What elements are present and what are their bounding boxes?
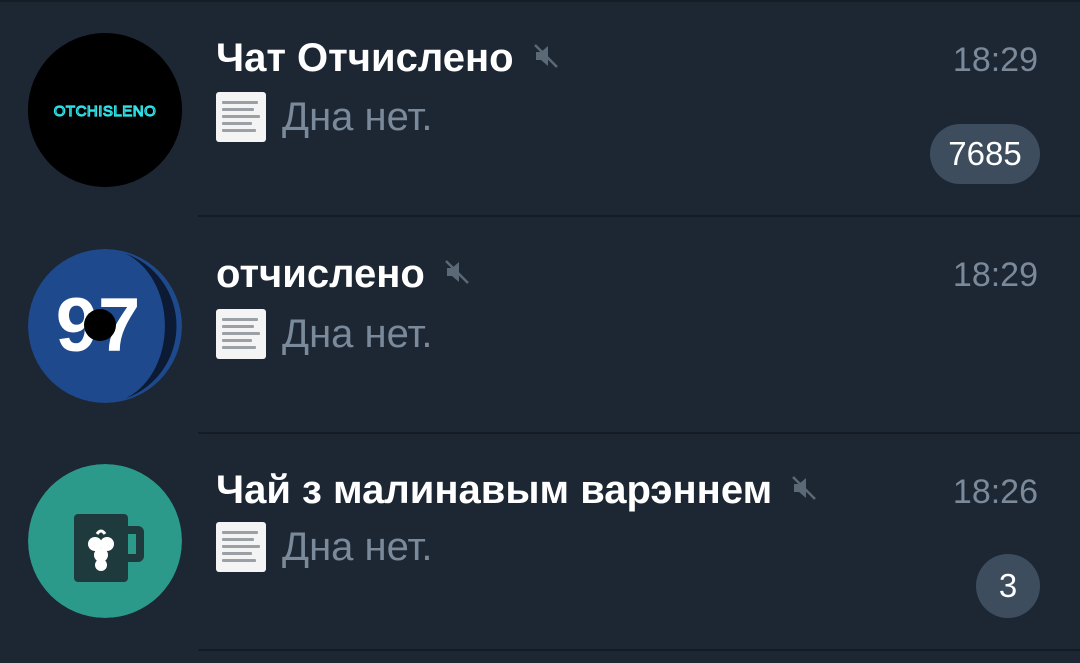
chat-item[interactable]: 97 отчислено 18:29 Дна нет. [0,217,1080,433]
preview-thumbnail [216,309,266,359]
chat-title: Чай з малинавым варэннем [216,466,818,514]
preview-text: Дна нет. [282,95,433,139]
chat-time: 18:26 [952,473,1038,511]
volume-off-icon [443,249,471,297]
avatar[interactable]: OTCHISLENO [28,33,182,187]
number-97-logo: 97 [28,249,182,403]
chat-time: 18:29 [952,41,1038,79]
unread-badge: 3 [976,554,1040,618]
chat-title: Чат Отчислено [216,34,560,82]
chat-item[interactable]: OTCHISLENO Чат Отчислено 18:29 Дна нет. … [0,0,1080,216]
volume-off-icon [532,33,560,81]
chat-item[interactable]: Чай з малинавым варэннем 18:26 Дна нет. … [0,434,1080,650]
avatar[interactable]: 97 [28,249,182,403]
preview-text: Дна нет. [282,525,433,569]
preview-thumbnail [216,522,266,572]
mug-icon [28,464,182,618]
volume-off-icon [790,465,818,513]
chat-list: OTCHISLENO Чат Отчислено 18:29 Дна нет. … [0,0,1080,663]
message-preview: Дна нет. [216,92,433,142]
chat-title-text: Чай з малинавым варэннем [216,468,773,512]
chat-title-text: Чат Отчислено [216,36,514,80]
preview-thumbnail [216,92,266,142]
avatar-logo-text: OTCHISLENO [54,103,157,120]
chat-title-text: отчислено [216,252,425,296]
divider [198,649,1080,651]
unread-badge: 7685 [930,124,1040,184]
chat-time: 18:29 [952,256,1038,294]
message-preview: Дна нет. [216,309,433,359]
message-preview: Дна нет. [216,522,433,572]
chat-title: отчислено [216,250,471,298]
preview-text: Дна нет. [282,312,433,356]
avatar[interactable] [28,464,182,618]
otchisleno-logo: OTCHISLENO [28,33,182,187]
